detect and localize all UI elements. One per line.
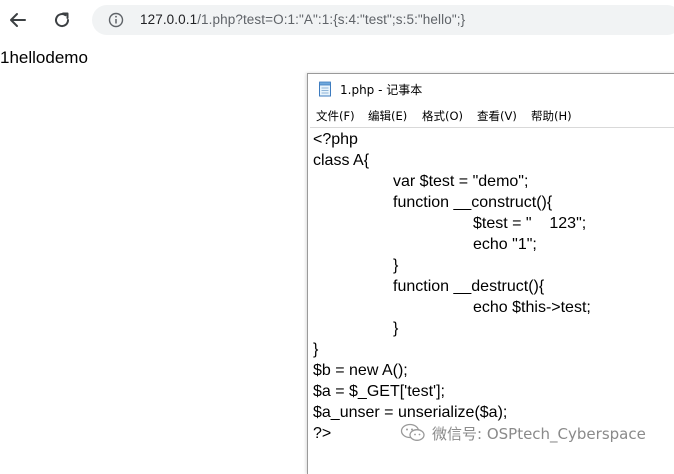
code-line: $b = new A(); [313, 362, 408, 379]
code-line: function __destruct(){ [393, 278, 545, 295]
code-line: } [313, 341, 319, 358]
wechat-icon [400, 423, 425, 441]
notepad-menu-bar: 文件(F) 编辑(E) 格式(O) 查看(V) 帮助(H) [308, 104, 674, 126]
watermark: 微信号: OSPtech_Cyberspace [400, 420, 670, 446]
code-line: class A{ [313, 152, 370, 169]
code-line: <?php [313, 131, 358, 148]
code-line: ?> [313, 425, 332, 442]
menu-help[interactable]: 帮助(H) [531, 108, 572, 124]
menu-view[interactable]: 查看(V) [477, 108, 517, 124]
notepad-window: 1.php - 记事本 文件(F) 编辑(E) 格式(O) 查看(V) 帮助(H… [307, 73, 674, 474]
reload-button[interactable] [47, 5, 77, 35]
code-line: echo $this->test; [473, 299, 591, 316]
notepad-title-bar[interactable]: 1.php - 记事本 [308, 74, 674, 104]
url-path: /1.php?test=O:1:"A":1:{s:4:"test";s:5:"h… [197, 12, 466, 27]
code-line: echo "1"; [473, 236, 537, 253]
browser-toolbar: 127.0.0.1/1.php?test=O:1:"A":1:{s:4:"tes… [0, 0, 674, 40]
watermark-text: 微信号: OSPtech_Cyberspace [432, 424, 646, 443]
code-line: function __construct(){ [393, 194, 553, 211]
url-host: 127.0.0.1 [140, 12, 198, 27]
menu-file[interactable]: 文件(F) [316, 108, 355, 124]
code-line: $a = $_GET['test']; [313, 383, 445, 400]
arrow-left-icon [10, 13, 26, 27]
reload-icon [55, 12, 70, 28]
back-button[interactable] [3, 5, 33, 35]
info-circle-icon[interactable] [108, 12, 124, 28]
code-line: } [393, 320, 399, 337]
menu-format[interactable]: 格式(O) [422, 108, 463, 124]
code-line: } [393, 257, 399, 274]
url-text[interactable]: 127.0.0.1/1.php?test=O:1:"A":1:{s:4:"tes… [140, 12, 465, 27]
menu-edit[interactable]: 编辑(E) [368, 108, 407, 124]
address-bar[interactable]: 127.0.0.1/1.php?test=O:1:"A":1:{s:4:"tes… [92, 5, 674, 35]
page-output-text: 1hellodemo [0, 48, 88, 67]
notepad-title: 1.php - 记事本 [340, 83, 423, 97]
code-line: $test = " 123"; [473, 215, 587, 232]
notepad-icon [319, 81, 331, 97]
code-line: var $test = "demo"; [393, 173, 529, 190]
